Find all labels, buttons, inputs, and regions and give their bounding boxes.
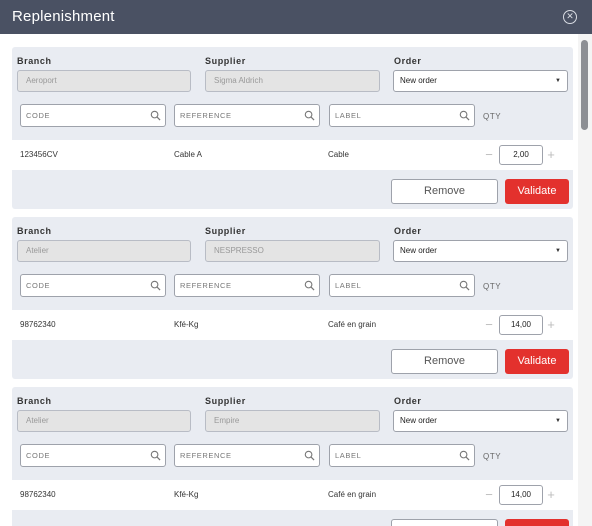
order-select[interactable]: New order ▼ (393, 240, 568, 262)
remove-button[interactable]: Remove (391, 179, 498, 204)
order-label: Order (394, 56, 422, 66)
supplier-label: Supplier (205, 226, 246, 236)
window-title: Replenishment (12, 8, 115, 25)
reference-search-input[interactable] (180, 105, 300, 126)
search-icon[interactable] (459, 110, 470, 121)
qty-value[interactable]: 2,00 (499, 145, 543, 165)
order-select-value: New order (400, 246, 437, 255)
reference-search[interactable] (174, 274, 320, 297)
order-select[interactable]: New order ▼ (393, 410, 568, 432)
qty-decrement-button[interactable]: − (482, 147, 496, 163)
validate-button[interactable]: Validate (505, 179, 569, 204)
qty-decrement-button[interactable]: − (482, 487, 496, 503)
branch-label: Branch (17, 56, 52, 66)
order-select[interactable]: New order ▼ (393, 70, 568, 92)
order-select-value: New order (400, 76, 437, 85)
replenishment-card: Branch Supplier Order Atelier Empire New… (12, 387, 573, 526)
supplier-field: NESPRESSO (205, 240, 380, 262)
supplier-label: Supplier (205, 396, 246, 406)
search-icon[interactable] (459, 280, 470, 291)
supplier-field: Sigma Aldrich (205, 70, 380, 92)
reference-search[interactable] (174, 104, 320, 127)
search-icon[interactable] (459, 450, 470, 461)
item-code: 123456CV (20, 150, 58, 159)
qty-increment-button[interactable]: + (544, 147, 558, 163)
branch-label: Branch (17, 226, 52, 236)
branch-field: Aeroport (17, 70, 191, 92)
qty-value[interactable]: 14,00 (499, 315, 543, 335)
search-icon[interactable] (304, 110, 315, 121)
search-icon[interactable] (150, 110, 161, 121)
branch-field: Atelier (17, 240, 191, 262)
qty-column-label: QTY (483, 452, 502, 461)
item-reference: Cable A (174, 150, 203, 159)
reference-search[interactable] (174, 444, 320, 467)
search-icon[interactable] (150, 450, 161, 461)
label-search-input[interactable] (335, 445, 455, 466)
qty-value[interactable]: 14,00 (499, 485, 543, 505)
label-search[interactable] (329, 104, 475, 127)
qty-column-label: QTY (483, 282, 502, 291)
item-label: Café en grain (328, 320, 377, 329)
qty-decrement-button[interactable]: − (482, 317, 496, 333)
scrollbar-thumb[interactable] (581, 40, 588, 130)
caret-down-icon: ▼ (555, 248, 561, 254)
caret-down-icon: ▼ (555, 78, 561, 84)
supplier-label: Supplier (205, 56, 246, 66)
qty-stepper: − 2,00 + (482, 145, 560, 165)
caret-down-icon: ▼ (555, 418, 561, 424)
reference-search-input[interactable] (180, 445, 300, 466)
item-reference: Kfé-Kg (174, 320, 199, 329)
label-search-input[interactable] (335, 275, 455, 296)
qty-column-label: QTY (483, 112, 502, 121)
item-row: 123456CV Cable A Cable − 2,00 + (12, 140, 573, 170)
search-icon[interactable] (150, 280, 161, 291)
item-row: 98762340 Kfé-Kg Café en grain − 14,00 + (12, 310, 573, 340)
qty-stepper: − 14,00 + (482, 485, 560, 505)
search-icon[interactable] (304, 280, 315, 291)
item-code: 98762340 (20, 320, 56, 329)
validate-button[interactable]: Validate (505, 519, 569, 526)
item-label: Cable (328, 150, 349, 159)
label-search[interactable] (329, 444, 475, 467)
validate-button[interactable]: Validate (505, 349, 569, 374)
remove-button[interactable]: Remove (391, 349, 498, 374)
supplier-field: Empire (205, 410, 380, 432)
code-search[interactable] (20, 104, 166, 127)
code-search[interactable] (20, 444, 166, 467)
label-search-input[interactable] (335, 105, 455, 126)
replenishment-card: Branch Supplier Order Aeroport Sigma Ald… (12, 47, 573, 209)
search-icon[interactable] (304, 450, 315, 461)
item-reference: Kfé-Kg (174, 490, 199, 499)
branch-field: Atelier (17, 410, 191, 432)
replenishment-card: Branch Supplier Order Atelier NESPRESSO … (12, 217, 573, 379)
close-icon[interactable]: ✕ (563, 10, 577, 24)
code-search-input[interactable] (26, 105, 146, 126)
order-label: Order (394, 226, 422, 236)
item-row: 98762340 Kfé-Kg Café en grain − 14,00 + (12, 480, 573, 510)
qty-stepper: − 14,00 + (482, 315, 560, 335)
code-search-input[interactable] (26, 445, 146, 466)
order-select-value: New order (400, 416, 437, 425)
window-titlebar: Replenishment ✕ (0, 0, 592, 34)
item-label: Café en grain (328, 490, 377, 499)
qty-increment-button[interactable]: + (544, 317, 558, 333)
replenishment-list: Branch Supplier Order Aeroport Sigma Ald… (0, 34, 578, 526)
remove-button[interactable]: Remove (391, 519, 498, 526)
branch-label: Branch (17, 396, 52, 406)
code-search-input[interactable] (26, 275, 146, 296)
label-search[interactable] (329, 274, 475, 297)
reference-search-input[interactable] (180, 275, 300, 296)
item-code: 98762340 (20, 490, 56, 499)
code-search[interactable] (20, 274, 166, 297)
order-label: Order (394, 396, 422, 406)
qty-increment-button[interactable]: + (544, 487, 558, 503)
vertical-scrollbar[interactable] (578, 34, 592, 526)
